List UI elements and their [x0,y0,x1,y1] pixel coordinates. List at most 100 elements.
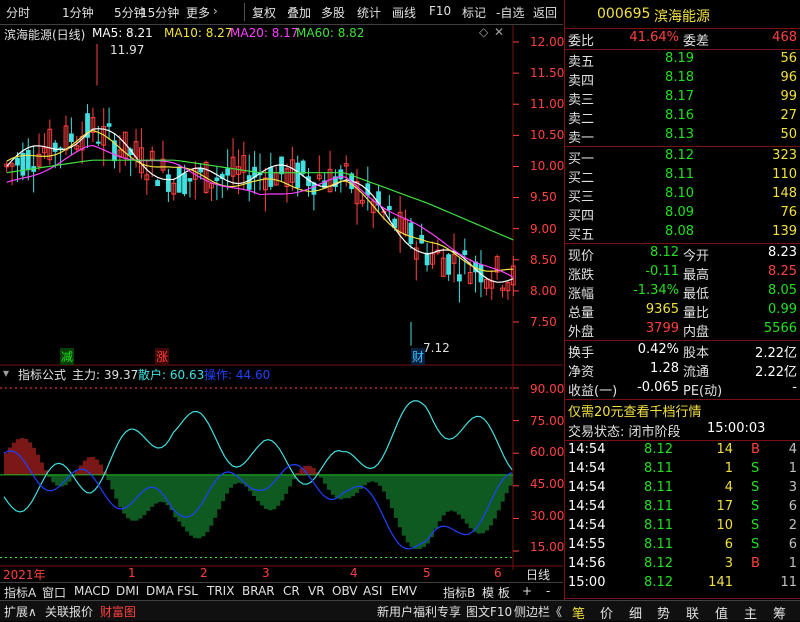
ask-row-2[interactable]: 卖二 8.16 27 [565,108,800,127]
candle-body [338,169,344,180]
tab-more[interactable]: 更多 [186,4,210,21]
bid-row-3[interactable]: 买三 8.10 148 [565,186,800,205]
zhang-marker[interactable]: 涨 [155,348,170,365]
tab-realtime[interactable]: 分时 [6,4,30,21]
tab-value[interactable]: 值 [715,603,728,622]
tick-row: 14:54 8.11 17 S 6 [565,499,800,518]
tab-trix[interactable]: TRIX [207,584,234,598]
tab-link[interactable]: 联 [686,603,699,622]
back-button[interactable]: 返回 [533,4,557,21]
main-force-bar [401,474,407,536]
ma-line-ma60 [6,159,514,241]
add-tab-button[interactable]: + [522,584,532,598]
sidebar-toggle-button[interactable]: 侧边栏《 [514,603,562,620]
ask-row-1[interactable]: 卖一 8.13 50 [565,127,800,146]
overlay-button[interactable]: 叠加 [287,4,311,21]
main-force-bar [350,474,356,497]
tab-obv[interactable]: OBV [332,584,358,598]
expand-button[interactable]: 扩展∧ [4,603,37,620]
tab-price[interactable]: 价 [600,603,613,622]
tab-15min[interactable]: 15分钟 [140,4,179,21]
draw-line-button[interactable]: 画线 [392,4,416,21]
ask-row-5[interactable]: 卖五 8.19 56 [565,51,800,70]
remove-watchlist-button[interactable]: -自选 [496,4,524,21]
tab-indicator-b[interactable]: 指标B [443,584,475,601]
ask-row-3[interactable]: 卖三 8.17 99 [565,89,800,108]
related-quote-button[interactable]: 关联报价 [45,603,93,620]
net-asset-value: 1.28 [650,361,679,376]
fuquan-button[interactable]: 复权 [252,4,276,21]
tab-dmi[interactable]: DMI [116,584,139,598]
tab-window[interactable]: 窗口 [42,584,66,601]
tab-template[interactable]: 模 板 [482,584,510,601]
indicator-tabs: 指标A 窗口 MACD DMI DMA FSL TRIX BRAR CR VR … [0,582,563,601]
bid-row-5[interactable]: 买五 8.08 139 [565,224,800,243]
main-force-bar [216,474,222,510]
main-force-bar [252,474,257,497]
main-force-bar [334,474,340,499]
jian-marker[interactable]: 减 [60,348,75,365]
tick-price: 8.12 [644,442,673,457]
tab-brar[interactable]: BRAR [242,584,275,598]
main-force-bar [382,474,387,492]
vol-ratio-value: 0.99 [768,302,797,317]
f10-button[interactable]: F10 [429,4,451,18]
tab-emv[interactable]: EMV [391,584,417,598]
remove-tab-button[interactable]: - [546,584,550,598]
bid-price: 8.10 [665,186,694,201]
tab-1min[interactable]: 1分钟 [62,4,94,21]
bid-label: 买五 [568,228,595,243]
tick-volume: 14 [716,442,733,457]
tick-volume: 141 [708,575,733,590]
inner-value: 5566 [763,321,797,336]
main-force-bar [256,474,261,501]
ma10-label: MA10: 8.27 [164,26,233,40]
tab-cr[interactable]: CR [283,584,300,598]
tick-time: 14:54 [568,499,606,514]
tab-chips[interactable]: 筹 [773,603,786,622]
main-force-bar [433,474,438,529]
mark-button[interactable]: 标记 [462,4,486,21]
kline-chart-area[interactable]: 滨海能源(日线) MA5: 8.21 MA10: 8.27 MA20: 8.17… [0,25,564,582]
x-axis-label: 3 [262,566,270,580]
multi-stock-button[interactable]: 多股 [321,4,345,21]
main-force-bar [204,474,210,532]
wealth-chart-button[interactable]: 财富图 [100,603,136,620]
tab-ticks[interactable]: 笔 [572,603,585,622]
tab-trend[interactable]: 势 [657,603,670,622]
bid-volume: 148 [772,186,797,201]
promo-link[interactable]: 仅需20元查看千档行情 [568,401,702,420]
bid-row-2[interactable]: 买二 8.11 110 [565,167,800,186]
x-axis-label: 2021年 [3,568,46,582]
more-chevron-icon[interactable]: › [213,4,218,18]
stat-row: 外盘 3799 内盘 5566 [565,321,800,340]
tick-direction: S [751,461,760,476]
main-force-bar [78,465,84,475]
tab-main[interactable]: 主 [744,603,757,622]
period-label[interactable]: 日线 [526,566,550,583]
main-force-bar [55,474,60,486]
weibi-value: 41.64% [629,30,679,45]
tab-fsl[interactable]: FSL [177,584,198,598]
f10-graphic-button[interactable]: 图文F10 [466,603,512,620]
bid-row-4[interactable]: 买四 8.09 76 [565,205,800,224]
settings-diamond-icon[interactable]: ◇ [479,25,488,39]
candle-body [300,160,306,174]
tab-detail[interactable]: 细 [629,603,642,622]
close-icon[interactable]: ✕ [494,25,504,39]
ask-row-4[interactable]: 卖四 8.18 96 [565,70,800,89]
bid-row-1[interactable]: 买一 8.12 323 [565,148,800,167]
candle-body [408,222,414,244]
weicha-label: 委差 [683,34,710,49]
tab-dma[interactable]: DMA [146,584,174,598]
cai-marker[interactable]: 财 [411,348,426,365]
new-user-benefit-link[interactable]: 新用户福利专享 [377,603,461,620]
tab-vr[interactable]: VR [308,584,325,598]
indicator-dropdown-icon[interactable]: ▾ [3,366,9,380]
candle-body [457,274,462,282]
tab-macd[interactable]: MACD [74,584,110,598]
statistics-button[interactable]: 统计 [357,4,381,21]
tick-time: 14:56 [568,556,606,571]
tab-indicator-a[interactable]: 指标A [4,584,36,601]
tab-asi[interactable]: ASI [363,584,382,598]
